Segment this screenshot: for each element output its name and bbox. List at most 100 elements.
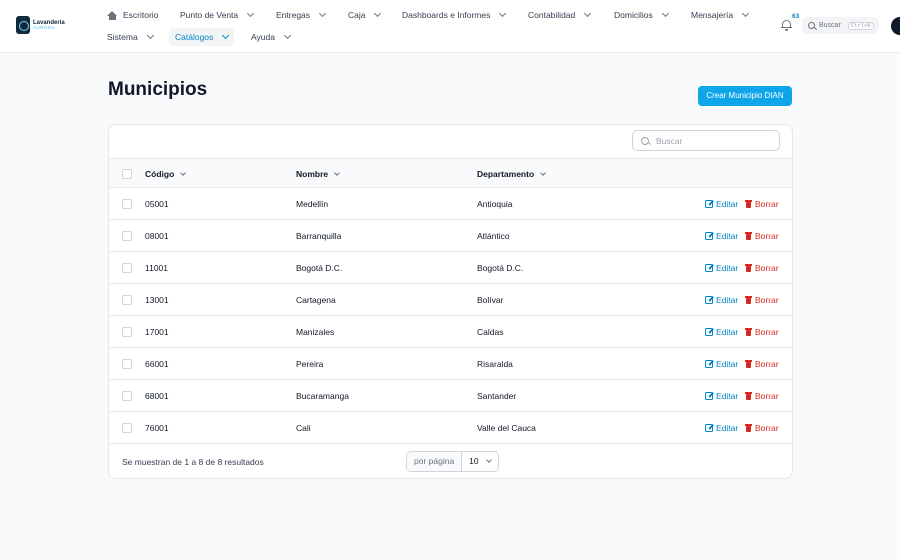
chevron-down-icon — [374, 9, 382, 18]
delete-button[interactable]: Borrar — [745, 423, 779, 433]
row-checkbox[interactable] — [122, 263, 132, 273]
chevron-down-icon — [584, 9, 592, 18]
chevron-down-icon — [247, 9, 255, 18]
chevron-down-icon — [499, 9, 507, 18]
row-checkbox[interactable] — [122, 199, 132, 209]
cell-nombre: Pereira — [296, 359, 324, 369]
table-search-input[interactable] — [656, 135, 766, 146]
notification-count: 63 — [792, 13, 800, 20]
select-all-checkbox[interactable] — [122, 169, 132, 179]
table-row: 76001 Cali Valle del Cauca Editar Borrar — [109, 412, 792, 444]
nav-item-entregas[interactable]: Entregas — [276, 6, 327, 24]
cell-departamento: Atlántico — [477, 231, 510, 241]
cell-departamento: Bogotá D.C. — [477, 263, 524, 273]
search-icon — [808, 22, 815, 29]
table-row: 13001 Cartagena Bolívar Editar Borrar — [109, 284, 792, 316]
edit-button[interactable]: Editar — [705, 199, 738, 209]
edit-icon — [705, 264, 713, 272]
edit-icon — [705, 392, 713, 400]
cell-departamento: Bolívar — [477, 295, 504, 305]
delete-button[interactable]: Borrar — [745, 391, 779, 401]
trash-icon — [745, 424, 752, 432]
nav-item-punto-de-venta[interactable]: Punto de Venta — [180, 6, 255, 24]
cell-nombre: Cali — [296, 423, 311, 433]
table-row: 17001 Manizales Caldas Editar Borrar — [109, 316, 792, 348]
home-icon — [107, 10, 117, 20]
edit-icon — [705, 328, 713, 336]
results-summary: Se muestran de 1 a 8 de 8 resultados — [122, 457, 264, 467]
cell-nombre: Bucaramanga — [296, 391, 349, 401]
edit-icon — [705, 424, 713, 432]
edit-icon — [705, 232, 713, 240]
edit-icon — [705, 360, 713, 368]
column-header-nombre[interactable]: Nombre — [296, 169, 340, 179]
nav-item-catalogos[interactable]: Catálogos — [169, 28, 235, 46]
delete-button[interactable]: Borrar — [745, 231, 779, 241]
nav-item-ayuda[interactable]: Ayuda — [251, 28, 291, 46]
row-checkbox[interactable] — [122, 231, 132, 241]
edit-button[interactable]: Editar — [705, 231, 738, 241]
global-search-label: Buscar — [819, 22, 841, 29]
delete-button[interactable]: Borrar — [745, 295, 779, 305]
table-row: 08001 Barranquilla Atlántico Editar Borr… — [109, 220, 792, 252]
trash-icon — [745, 296, 752, 304]
cell-nombre: Medellín — [296, 199, 329, 209]
bell-icon[interactable] — [781, 19, 792, 31]
column-header-departamento[interactable]: Departamento — [477, 169, 546, 179]
row-checkbox[interactable] — [122, 295, 132, 305]
table-search[interactable] — [632, 130, 780, 151]
edit-button[interactable]: Editar — [705, 295, 738, 305]
edit-button[interactable]: Editar — [705, 263, 738, 273]
nav-item-caja[interactable]: Caja — [348, 6, 382, 24]
edit-button[interactable]: Editar — [705, 391, 738, 401]
trash-icon — [745, 200, 752, 208]
cell-departamento: Antioquia — [477, 199, 513, 209]
chevron-down-icon — [283, 31, 291, 40]
row-checkbox[interactable] — [122, 423, 132, 433]
avatar[interactable] — [891, 17, 900, 35]
cell-codigo: 68001 — [145, 391, 169, 401]
delete-button[interactable]: Borrar — [745, 359, 779, 369]
create-municipio-button[interactable]: Crear Municipio DIAN — [698, 86, 792, 106]
cell-nombre: Bogotá D.C. — [296, 263, 343, 273]
nav-item-mensajeria[interactable]: Mensajería — [691, 6, 750, 24]
brand-logo[interactable]: Lavandería AURORA — [16, 16, 65, 34]
cell-codigo: 17001 — [145, 327, 169, 337]
column-header-codigo[interactable]: Código — [145, 169, 187, 179]
top-bar: Lavandería AURORA Escritorio Punto de Ve… — [0, 0, 900, 53]
nav-item-escritorio[interactable]: Escritorio — [107, 6, 158, 24]
cell-nombre: Cartagena — [296, 295, 336, 305]
chevron-down-icon — [661, 9, 669, 18]
edit-button[interactable]: Editar — [705, 359, 738, 369]
trash-icon — [745, 264, 752, 272]
nav-item-domicilios[interactable]: Domicilios — [614, 6, 669, 24]
edit-button[interactable]: Editar — [705, 423, 738, 433]
per-page-value[interactable]: 10 — [462, 452, 498, 471]
chevron-down-icon — [485, 457, 492, 463]
chevron-down-icon — [742, 9, 750, 18]
cell-nombre: Manizales — [296, 327, 335, 337]
nav-item-contabilidad[interactable]: Contabilidad — [528, 6, 592, 24]
edit-button[interactable]: Editar — [705, 327, 738, 337]
per-page-select[interactable]: por página 10 — [406, 451, 499, 472]
edit-icon — [705, 296, 713, 304]
delete-button[interactable]: Borrar — [745, 199, 779, 209]
row-checkbox[interactable] — [122, 327, 132, 337]
trash-icon — [745, 360, 752, 368]
nav-item-dashboards[interactable]: Dashboards e Informes — [402, 6, 507, 24]
table-row: 05001 Medellín Antioquia Editar Borrar — [109, 188, 792, 220]
delete-button[interactable]: Borrar — [745, 263, 779, 273]
page-title: Municipios — [108, 79, 208, 100]
chevron-down-icon — [318, 9, 327, 18]
row-checkbox[interactable] — [122, 359, 132, 369]
nav-item-sistema[interactable]: Sistema — [107, 28, 154, 46]
global-search-button[interactable]: Buscar Ctrl+K — [802, 17, 879, 34]
edit-icon — [705, 200, 713, 208]
trash-icon — [745, 232, 752, 240]
table-row: 68001 Bucaramanga Santander Editar Borra… — [109, 380, 792, 412]
delete-button[interactable]: Borrar — [745, 327, 779, 337]
row-checkbox[interactable] — [122, 391, 132, 401]
cell-departamento: Valle del Cauca — [477, 423, 536, 433]
logo-icon — [16, 16, 30, 34]
cell-codigo: 08001 — [145, 231, 169, 241]
